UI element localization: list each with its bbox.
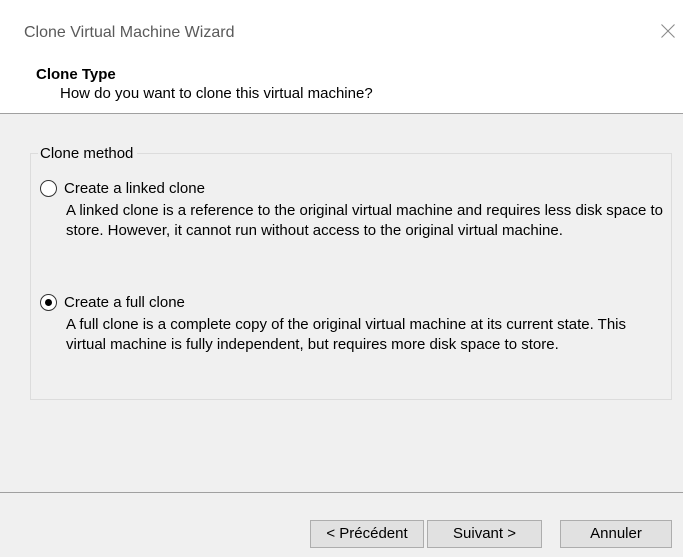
clone-wizard-window: Clone Virtual Machine Wizard Clone Type … bbox=[0, 0, 683, 557]
linked-clone-description: A linked clone is a reference to the ori… bbox=[66, 202, 663, 239]
close-icon bbox=[661, 24, 675, 38]
clone-method-legend: Clone method bbox=[38, 145, 138, 162]
wizard-content: Clone method Create a linked clone A lin… bbox=[0, 114, 683, 493]
full-clone-option: Create a full clone A full clone is a co… bbox=[40, 293, 670, 355]
window-title: Clone Virtual Machine Wizard bbox=[24, 24, 235, 41]
linked-clone-radio-row[interactable]: Create a linked clone bbox=[40, 179, 670, 199]
linked-clone-radio[interactable] bbox=[40, 180, 57, 197]
full-clone-label[interactable]: Create a full clone bbox=[64, 294, 185, 311]
wizard-footer: < Précédent Suivant > Annuler bbox=[0, 493, 683, 557]
full-clone-radio[interactable] bbox=[40, 294, 57, 311]
page-subtitle: How do you want to clone this virtual ma… bbox=[60, 85, 373, 102]
page-title: Clone Type bbox=[36, 66, 116, 83]
next-button[interactable]: Suivant > bbox=[427, 520, 542, 548]
full-clone-radio-row[interactable]: Create a full clone bbox=[40, 293, 670, 313]
full-clone-description: A full clone is a complete copy of the o… bbox=[66, 316, 626, 353]
close-button[interactable] bbox=[653, 16, 683, 46]
linked-clone-label[interactable]: Create a linked clone bbox=[64, 180, 205, 197]
cancel-button[interactable]: Annuler bbox=[560, 520, 672, 548]
linked-clone-option: Create a linked clone A linked clone is … bbox=[40, 179, 670, 241]
previous-button[interactable]: < Précédent bbox=[310, 520, 424, 548]
title-bar: Clone Virtual Machine Wizard bbox=[0, 0, 683, 54]
wizard-header: Clone Type How do you want to clone this… bbox=[0, 54, 683, 114]
